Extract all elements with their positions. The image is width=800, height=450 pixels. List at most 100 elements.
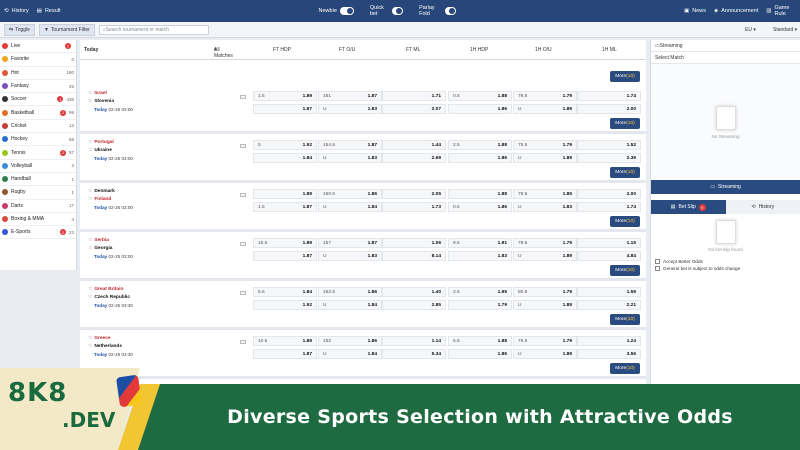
sidebar-item-volleyball[interactable]: Volleyball 3 — [0, 160, 76, 173]
star-icon[interactable]: ☆ — [88, 336, 92, 341]
odds-cell[interactable]: U 1.83 — [318, 251, 382, 261]
announcement-link[interactable]: ◈ Announcement — [710, 8, 762, 14]
sidebar-item-hot[interactable]: Hot 180 — [0, 67, 76, 80]
general-bet-notice[interactable]: General bet is subject to odds change — [651, 265, 800, 272]
odds-cell[interactable]: 1.52 — [577, 140, 641, 150]
sidebar-item-fantasy[interactable]: Fantasy 25 — [0, 80, 76, 94]
more-button[interactable]: More (10) — [610, 71, 640, 82]
away-team[interactable]: ☆ Czech Republic — [88, 295, 130, 300]
star-icon[interactable]: ☆ — [88, 287, 92, 292]
sidebar-item-hockey[interactable]: Hockey 68 — [0, 133, 76, 147]
odds-cell[interactable]: 1.71 — [382, 91, 446, 101]
sidebar-item-live[interactable]: Live 7 — [0, 40, 76, 54]
odds-cell[interactable]: 1.92 — [253, 300, 317, 310]
away-team[interactable]: ☆ Ukraine — [88, 148, 112, 153]
newbie-switch[interactable] — [339, 7, 354, 15]
odds-cell[interactable]: 80.5 1.79 — [513, 287, 577, 297]
odds-cell[interactable]: U 1.84 — [318, 300, 382, 310]
odds-cell[interactable]: 154.5 1.87 — [318, 140, 382, 150]
sidebar-item-soccer[interactable]: Soccer 1 435 — [0, 93, 76, 107]
home-team[interactable]: ☆ Denmark — [88, 189, 115, 194]
odds-cell[interactable]: 2.05 — [382, 189, 446, 199]
away-team[interactable]: ☆ Georgia — [88, 246, 112, 251]
odds-cell[interactable]: U 1.89 — [513, 153, 577, 163]
odds-cell[interactable]: 16.5 1.89 — [253, 238, 317, 248]
odds-cell[interactable]: 1.24 — [577, 336, 641, 346]
select-match-dropdown[interactable]: Select Match — [651, 52, 800, 64]
odds-cell[interactable]: 1.89 — [253, 189, 317, 199]
home-team[interactable]: ☆ Portugal — [88, 140, 114, 145]
odds-cell[interactable]: 1.79 — [448, 300, 512, 310]
sidebar-item-tennis[interactable]: Tennis 2 57 — [0, 146, 76, 160]
odds-cell[interactable]: U 1.84 — [318, 202, 382, 212]
tab-betslip[interactable]: ▤ Bet Slip 0 — [651, 200, 726, 214]
more-button[interactable]: More (10) — [610, 167, 640, 178]
quickbet-toggle[interactable]: Quick bet — [366, 5, 407, 17]
odds-cell[interactable]: 161 1.87 — [318, 91, 382, 101]
tournament-filter-button[interactable]: ▼ Tournament Filter — [38, 23, 95, 36]
parlay-switch[interactable] — [444, 7, 457, 15]
odds-cell[interactable]: 1.5 1.87 — [253, 202, 317, 212]
odds-cell[interactable]: 8.14 — [382, 251, 446, 261]
odds-cell[interactable]: 160.5 1.86 — [318, 189, 382, 199]
odds-cell[interactable]: U 1.83 — [513, 202, 577, 212]
odds-cell[interactable]: 2.5 1.95 — [448, 287, 512, 297]
star-icon[interactable]: ☆ — [88, 197, 92, 202]
odds-cell[interactable]: 157 1.87 — [318, 238, 382, 248]
star-icon[interactable]: ☆ — [88, 148, 92, 153]
odds-cell[interactable]: U 1.84 — [318, 349, 382, 359]
streaming-button[interactable]: ▭ Streaming — [651, 180, 800, 194]
odds-cell[interactable]: 5.5 1.84 — [253, 287, 317, 297]
odds-cell[interactable]: 3.56 — [577, 349, 641, 359]
odds-cell[interactable]: 2.69 — [382, 153, 446, 163]
sidebar-item-handball[interactable]: Handball 1 — [0, 173, 76, 187]
stats-icon[interactable] — [240, 291, 246, 295]
quickbet-switch[interactable] — [391, 7, 404, 15]
odds-cell[interactable]: 1.14 — [382, 336, 446, 346]
accept-better-odds[interactable]: Accept Better Odds — [651, 258, 800, 265]
odds-cell[interactable]: 1.88 — [448, 189, 512, 199]
odds-cell[interactable]: 1.87 — [253, 104, 317, 114]
odds-cell[interactable]: 4.84 — [577, 251, 641, 261]
odds-cell[interactable]: 2.00 — [577, 189, 641, 199]
odds-cell[interactable]: 1.73 — [382, 202, 446, 212]
star-icon[interactable]: ☆ — [88, 91, 92, 96]
odds-cell[interactable]: 152 1.86 — [318, 336, 382, 346]
odds-cell[interactable]: 1.84 — [253, 153, 317, 163]
odds-cell[interactable]: U 1.83 — [318, 104, 382, 114]
stats-icon[interactable] — [240, 193, 246, 197]
toggle-button[interactable]: ⇆ Toggle — [4, 23, 35, 36]
sidebar-item-cricket[interactable]: Cricket 13 — [0, 120, 76, 134]
odds-cell[interactable]: 5.34 — [382, 349, 446, 359]
sidebar-item-rugby[interactable]: Rugby 1 — [0, 186, 76, 200]
odds-cell[interactable]: 2.5 1.88 — [448, 140, 512, 150]
odds-cell[interactable]: U 1.89 — [513, 300, 577, 310]
odds-cell[interactable]: 0.5 1.86 — [448, 202, 512, 212]
more-button[interactable]: More (10) — [610, 314, 640, 325]
odds-cell[interactable]: 79.5 1.85 — [513, 189, 577, 199]
sidebar-item-favorite[interactable]: Favorite 0 — [0, 53, 76, 67]
odds-cell[interactable]: 2.85 — [382, 300, 446, 310]
star-icon[interactable]: ☆ — [88, 295, 92, 300]
more-button[interactable]: More (10) — [610, 216, 640, 227]
checkbox[interactable] — [655, 259, 660, 264]
all-matches-select[interactable]: All Matches ▾ — [214, 47, 233, 59]
star-icon[interactable]: ☆ — [88, 140, 92, 145]
odds-cell[interactable]: 1.74 — [577, 91, 641, 101]
away-team[interactable]: ☆ Netherlands — [88, 344, 122, 349]
sidebar-item-e-sports[interactable]: E-Sports 2 23 — [0, 226, 76, 240]
odds-cell[interactable]: 2.00 — [577, 104, 641, 114]
odds-cell[interactable]: 5.5 1.88 — [448, 336, 512, 346]
odds-cell[interactable]: 2.36 — [577, 153, 641, 163]
sidebar-item-boxing-mma[interactable]: Boxing & MMA 4 — [0, 213, 76, 227]
odds-cell[interactable]: 1.40 — [382, 287, 446, 297]
sidebar-item-basketball[interactable]: Basketball 2 98 — [0, 106, 76, 120]
odds-cell[interactable]: 79.5 1.79 — [513, 91, 577, 101]
view-select[interactable]: Standard ▾ — [773, 27, 797, 33]
odds-cell[interactable]: 1.59 — [577, 287, 641, 297]
star-icon[interactable]: ☆ — [88, 189, 92, 194]
odds-cell[interactable]: 75.5 1.79 — [513, 336, 577, 346]
checkbox[interactable] — [655, 266, 660, 271]
stats-icon[interactable] — [240, 95, 246, 99]
odds-cell[interactable]: U 1.89 — [513, 251, 577, 261]
